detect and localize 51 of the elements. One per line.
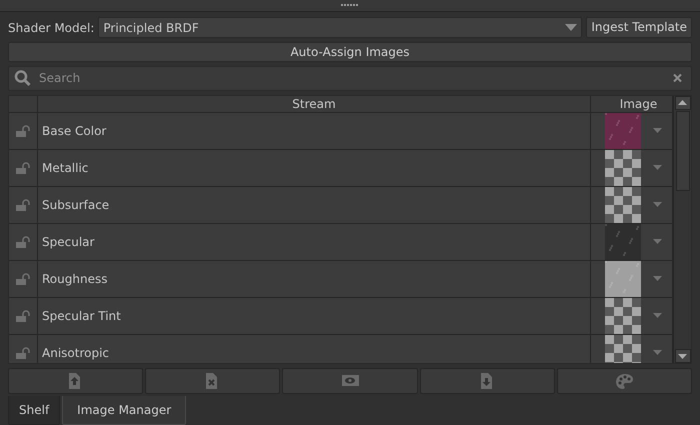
scrollbar-thumb[interactable] (676, 110, 690, 191)
up-arrow-icon (678, 100, 687, 106)
column-header: Stream (38, 96, 591, 112)
eye-icon (342, 373, 358, 389)
scroll-up-button[interactable] (674, 96, 690, 110)
auto-assign-button[interactable]: Auto-Assign Images (8, 42, 692, 62)
dropdown-arrow-icon[interactable] (653, 276, 662, 282)
checker-thumbnail[interactable] (605, 186, 641, 223)
unlocked-lock-icon[interactable] (16, 272, 30, 285)
dropdown-arrow-icon[interactable] (653, 165, 662, 170)
dropdown-arrow-icon[interactable] (653, 239, 662, 244)
texture-thumbnail[interactable] (605, 260, 641, 297)
ingest-template-button[interactable]: Ingest Template (586, 17, 692, 38)
toolbar-button[interactable] (420, 368, 555, 394)
toolbar-button[interactable] (8, 368, 144, 394)
search-field[interactable]: Search (8, 66, 692, 91)
clear-icon[interactable] (673, 74, 682, 83)
dropdown-arrow-icon (565, 24, 578, 32)
stream-name: Anisotropic (41, 344, 110, 362)
stream-name: Specular Tint (41, 308, 121, 325)
drag-handle-icon[interactable] (341, 4, 359, 8)
unlocked-lock-icon[interactable] (16, 124, 30, 137)
dropdown-arrow-icon[interactable] (653, 313, 662, 318)
palette-icon (616, 373, 633, 389)
checker-thumbnail[interactable] (605, 150, 641, 186)
tab[interactable]: Shelf (8, 396, 60, 425)
unlocked-lock-icon[interactable] (16, 162, 30, 174)
stream-name: Specular (41, 234, 94, 251)
unlocked-lock-icon[interactable] (16, 310, 30, 322)
dropdown-arrow-icon[interactable] (653, 202, 662, 208)
toolbar-button[interactable] (556, 368, 692, 394)
toolbar-button[interactable] (282, 368, 418, 394)
toolbar-button[interactable] (145, 368, 280, 394)
dropdown-arrow-icon[interactable] (653, 128, 662, 134)
tab[interactable]: Image Manager (62, 396, 186, 425)
dropdown-arrow-icon[interactable] (653, 350, 662, 356)
unlocked-lock-icon[interactable] (16, 346, 30, 359)
stream-name: Base Color (41, 122, 106, 140)
down-arrow-icon (678, 354, 687, 358)
scroll-down-button[interactable] (674, 349, 690, 363)
unlocked-lock-icon[interactable] (16, 236, 30, 248)
checker-thumbnail[interactable] (605, 298, 641, 334)
texture-thumbnail[interactable] (605, 224, 641, 260)
shader-model-dropdown[interactable]: Principled BRDF (98, 17, 582, 38)
unlocked-lock-icon[interactable] (16, 198, 30, 211)
texture-thumbnail[interactable] (605, 112, 641, 149)
checker-thumbnail[interactable] (605, 334, 641, 363)
field-label: Shader Model: (8, 20, 94, 37)
stream-name: Metallic (41, 160, 88, 177)
stream-name: Subsurface (41, 196, 110, 214)
stream-name: Roughness (41, 270, 108, 288)
